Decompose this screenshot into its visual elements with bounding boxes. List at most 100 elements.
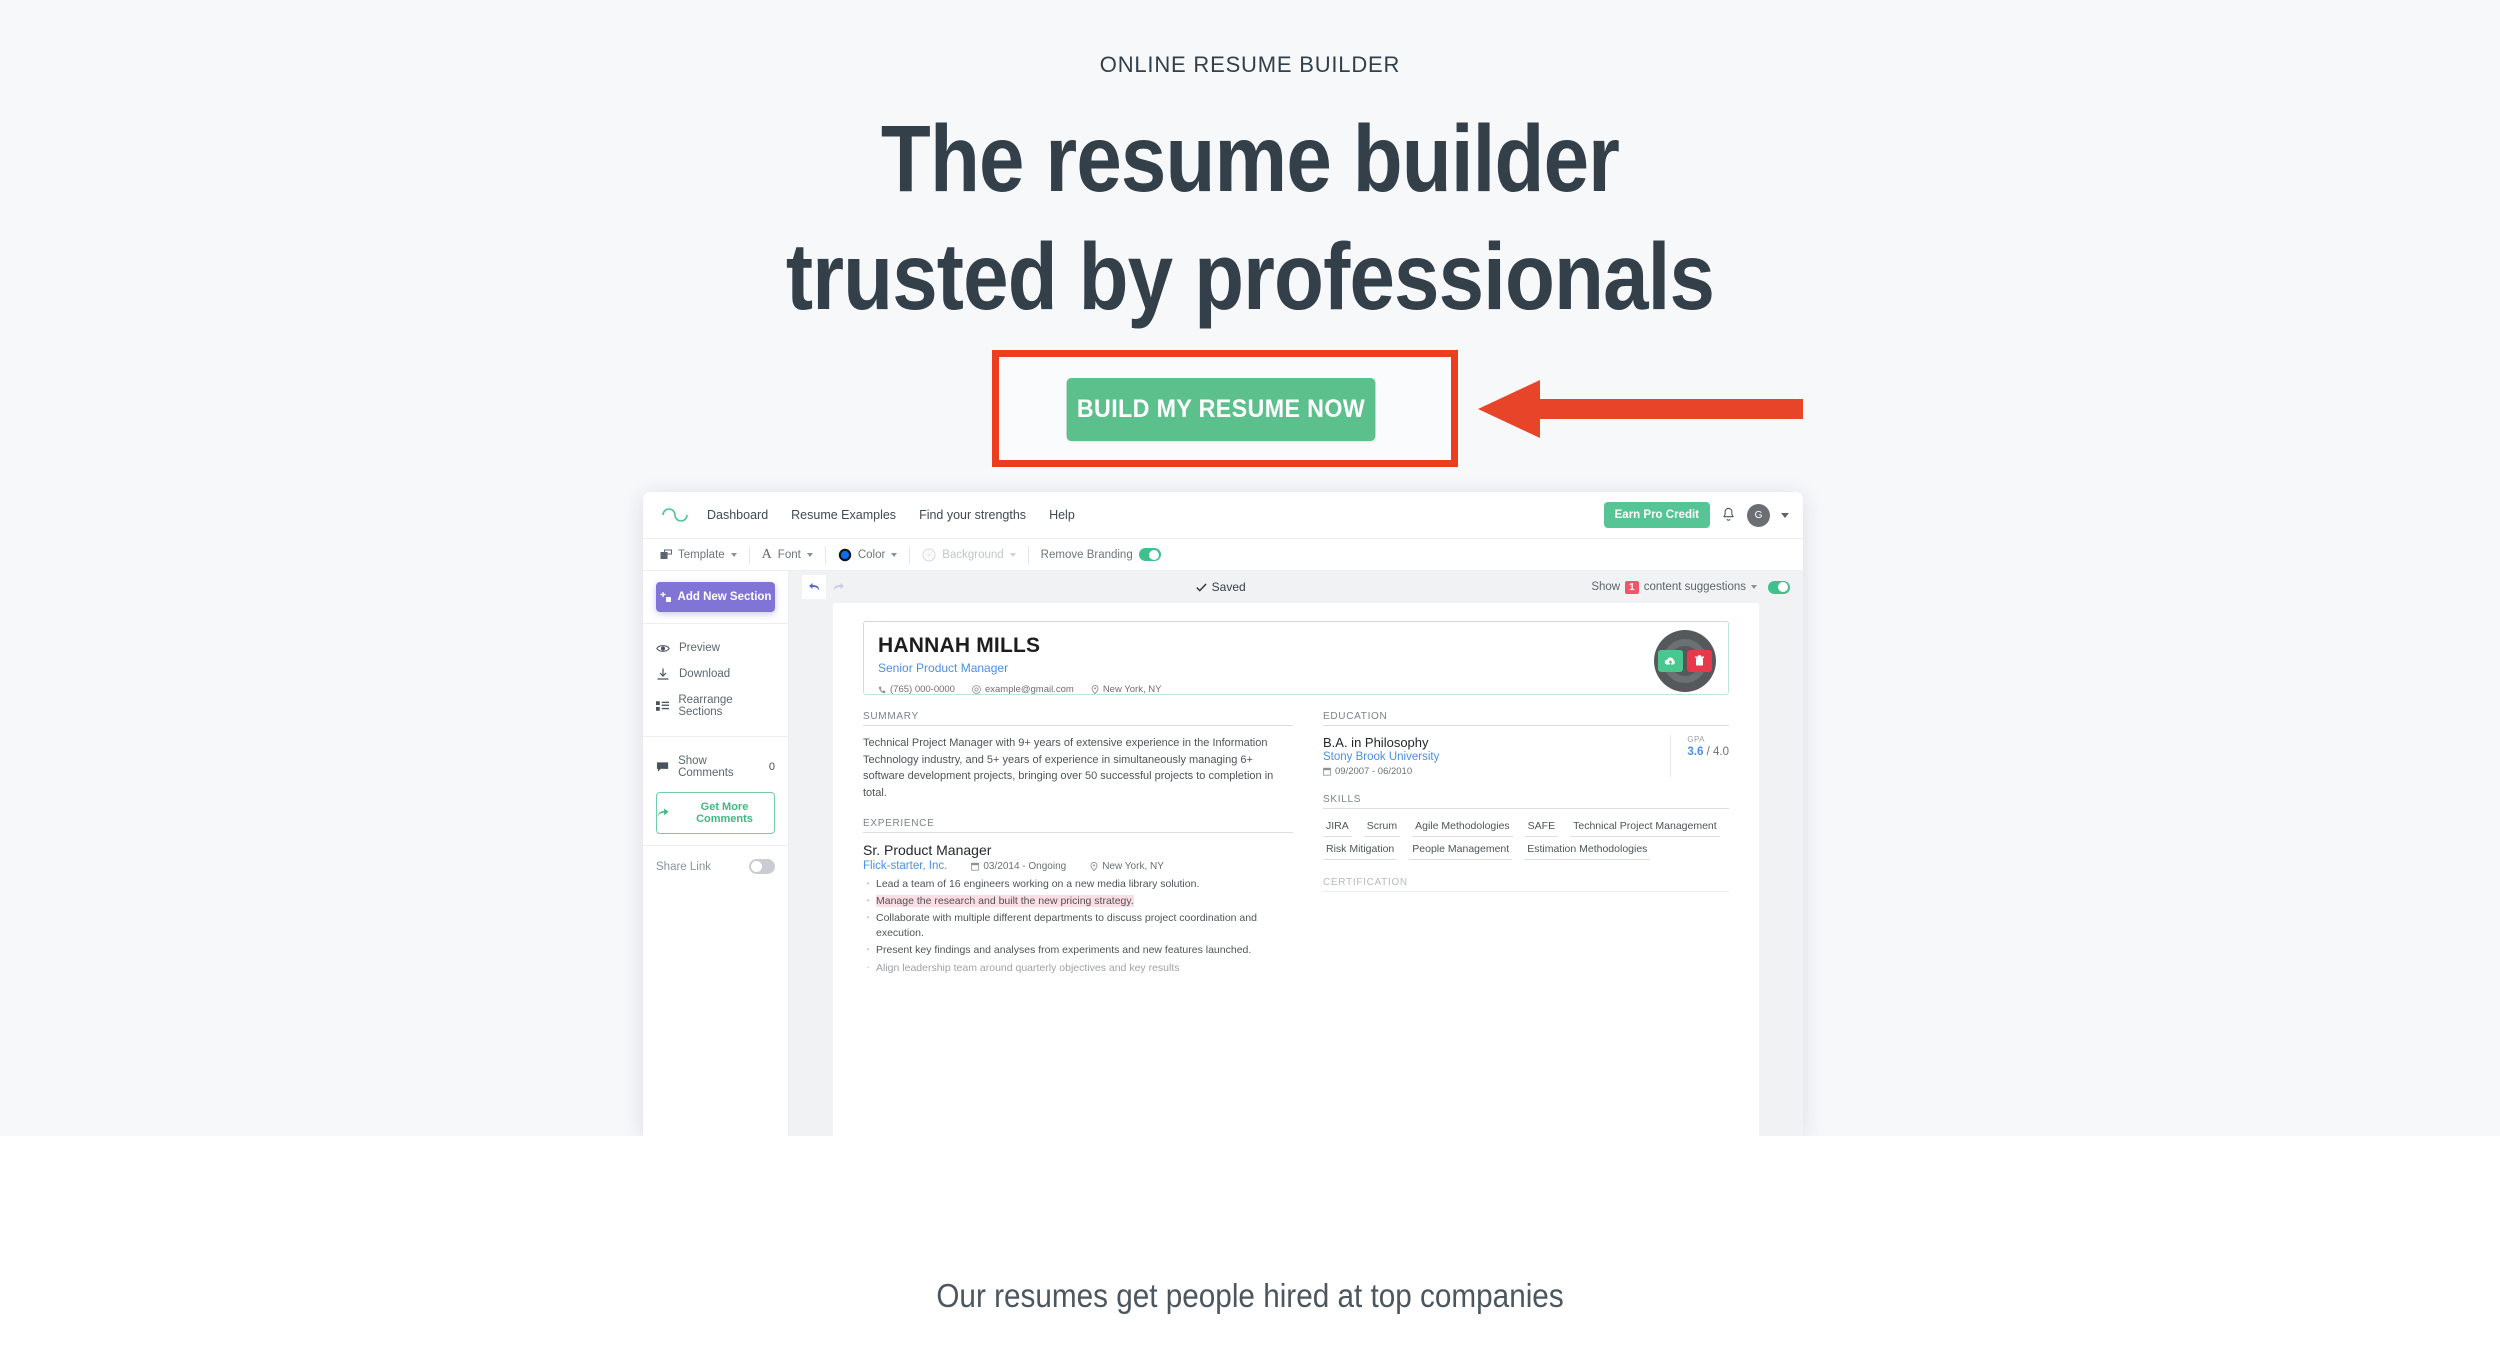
gpa-label: GPA	[1687, 735, 1705, 744]
calendar-icon-2	[1323, 767, 1331, 776]
sidebar-item-download-label: Download	[679, 668, 731, 680]
sidebar-item-rearrange-sections[interactable]: Rearrange Sections	[656, 687, 775, 725]
experience-dates: 03/2014 - Ongoing	[971, 861, 1066, 872]
resume-header[interactable]: HANNAH MILLS Senior Product Manager (765…	[863, 621, 1729, 695]
app-screenshot: Dashboard Resume Examples Find your stre…	[643, 492, 1803, 1136]
contact-email: example@gmail.com	[972, 684, 1074, 695]
rearrange-icon	[656, 701, 670, 711]
eyebrow-text: ONLINE RESUME BUILDER	[1099, 52, 1401, 77]
share-link-toggle[interactable]	[749, 859, 775, 874]
remove-branding-label: Remove Branding	[1040, 548, 1133, 561]
nav-link-help[interactable]: Help	[1049, 508, 1075, 522]
template-tool[interactable]: Template	[660, 549, 749, 561]
avatar[interactable]: G	[1747, 503, 1770, 527]
template-label: Template	[678, 548, 725, 561]
font-tool[interactable]: A Font	[762, 547, 825, 563]
font-label: Font	[777, 548, 801, 561]
education-dates-value: 09/2007 - 06/2010	[1335, 766, 1413, 777]
app-body: Add New Section Preview Download Rearran…	[643, 571, 1803, 1136]
education-degree: B.A. in Philosophy	[1323, 735, 1429, 750]
toolbar-divider-3	[909, 545, 911, 564]
location-pin-icon-2	[1090, 861, 1098, 871]
add-new-section-button[interactable]: Add New Section	[656, 582, 775, 612]
sidebar-item-show-comments[interactable]: Show Comments 0	[656, 748, 775, 786]
skill-chip[interactable]: Scrum	[1363, 818, 1401, 837]
experience-bullet-highlighted[interactable]: Manage the research and built the new pr…	[863, 892, 1293, 909]
infinity-logo-icon[interactable]	[660, 504, 690, 526]
contact-phone-value: (765) 000-0000	[890, 684, 955, 695]
skill-chip[interactable]: SAFE	[1524, 818, 1559, 837]
gpa-value-row: 3.6 / 4.0	[1687, 746, 1729, 758]
education-school: Stony Brook University	[1323, 751, 1440, 763]
headline-line-1: The resume builder	[880, 106, 1620, 212]
earn-pro-credit-button[interactable]: Earn Pro Credit	[1603, 502, 1710, 528]
skill-chip[interactable]: Risk Mitigation	[1323, 841, 1398, 860]
get-more-comments-button[interactable]: Get More Comments	[656, 792, 775, 834]
sidebar-item-preview-label: Preview	[679, 642, 720, 654]
experience-bullet[interactable]: Lead a team of 16 engineers working on a…	[863, 875, 1293, 892]
remove-branding-toggle[interactable]	[1138, 548, 1161, 561]
contact-email-value: example@gmail.com	[984, 684, 1074, 695]
redo-button[interactable]	[826, 575, 850, 599]
upload-photo-button[interactable]	[1658, 650, 1683, 672]
skill-chip[interactable]: Agile Methodologies	[1412, 818, 1513, 837]
app-toolbar: Template A Font Color Background Remove …	[643, 539, 1803, 571]
color-swatch-icon	[838, 548, 852, 561]
nav-link-find-your-strengths[interactable]: Find your strengths	[919, 508, 1026, 522]
experience-company[interactable]: Flick-starter, Inc.	[863, 860, 947, 872]
build-my-resume-button[interactable]: BUILD MY RESUME NOW	[1066, 378, 1376, 441]
sidebar-item-download[interactable]: Download	[656, 661, 775, 687]
experience-job-title[interactable]: Sr. Product Manager	[863, 842, 1293, 858]
get-more-comments-label: Get More Comments	[696, 801, 753, 825]
education-dates: 09/2007 - 06/2010	[1323, 766, 1439, 777]
save-status: Saved	[1195, 580, 1246, 594]
experience-bullet-cutoff: Align leadership team around quarterly o…	[863, 959, 1293, 976]
undo-icon	[808, 583, 819, 591]
experience-section-label: EXPERIENCE	[863, 818, 1293, 833]
editor-pane: Saved Show 1 content suggestions HANNAH …	[789, 571, 1803, 1136]
suggestions-toggle[interactable]	[1767, 580, 1790, 594]
skill-chip[interactable]: Technical Project Management	[1570, 818, 1720, 837]
email-icon	[972, 685, 981, 694]
contact-location-value: New York, NY	[1102, 684, 1162, 695]
resume-photo-placeholder	[1654, 630, 1716, 692]
bottom-section: Our resumes get people hired at top comp…	[0, 1136, 2500, 1351]
delete-photo-button[interactable]	[1687, 650, 1712, 672]
eye-icon	[656, 644, 670, 652]
sidebar-item-preview[interactable]: Preview	[656, 635, 775, 661]
education-entry[interactable]: B.A. in Philosophy Stony Brook Universit…	[1323, 735, 1729, 777]
sidebar-item-rearrange-label: Rearrange Sections	[678, 694, 733, 718]
skills-section-label: SKILLS	[1323, 794, 1729, 809]
comment-icon	[656, 762, 669, 772]
resume-columns: SUMMARY Technical Project Manager with 9…	[863, 711, 1729, 978]
skill-chip[interactable]: JIRA	[1323, 818, 1352, 837]
experience-bullet[interactable]: Collaborate with multiple different depa…	[863, 909, 1293, 941]
skills-list: JIRA Scrum Agile Methodologies SAFE Tech…	[1323, 818, 1729, 860]
skill-chip[interactable]: Estimation Methodologies	[1524, 841, 1651, 860]
remove-branding-tool[interactable]: Remove Branding	[1041, 548, 1173, 561]
experience-bullet[interactable]: Present key findings and analyses from e…	[863, 941, 1293, 958]
toolbar-divider-2	[824, 545, 826, 564]
color-tool[interactable]: Color	[838, 548, 909, 562]
education-section-label: EDUCATION	[1323, 711, 1729, 726]
skill-chip[interactable]: People Management	[1409, 841, 1513, 860]
experience-dates-value: 03/2014 - Ongoing	[983, 860, 1067, 872]
summary-text[interactable]: Technical Project Manager with 9+ years …	[863, 735, 1293, 801]
template-chevron-down-icon	[730, 552, 737, 557]
summary-section-label: SUMMARY	[863, 711, 1293, 726]
background-label: Background	[942, 548, 1004, 561]
gpa-box: GPA 3.6 / 4.0	[1670, 735, 1729, 777]
bottom-tagline: Our resumes get people hired at top comp…	[936, 1277, 1564, 1314]
nav-right-group: Earn Pro Credit G	[1603, 502, 1789, 528]
undo-button[interactable]	[802, 575, 826, 599]
account-chevron-down-icon[interactable]	[1781, 512, 1789, 518]
content-suggestions-control[interactable]: Show 1 content suggestions	[1591, 580, 1790, 594]
nav-link-dashboard[interactable]: Dashboard	[707, 508, 768, 522]
trash-icon	[1695, 655, 1704, 666]
nav-link-resume-examples[interactable]: Resume Examples	[791, 508, 896, 522]
color-chevron-down-icon	[891, 552, 898, 557]
background-tool[interactable]: Background	[922, 548, 1027, 562]
bell-icon[interactable]	[1721, 507, 1736, 523]
experience-bullets: Lead a team of 16 engineers working on a…	[863, 875, 1293, 958]
headline-line-2: trusted by professionals	[785, 224, 1715, 330]
